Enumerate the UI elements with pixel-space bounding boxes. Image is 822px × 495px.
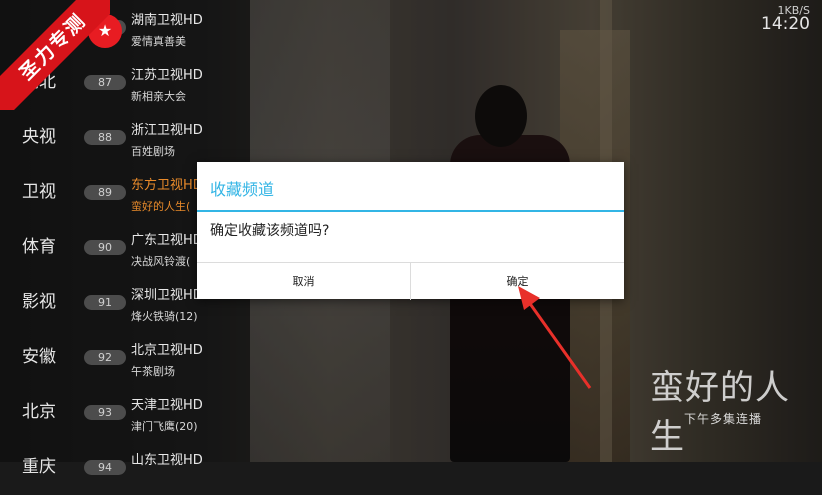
channel-program: 决战风铃渡(: [131, 255, 191, 268]
cancel-button[interactable]: 取消: [197, 263, 411, 300]
channel-program: 津门飞鹰(20): [131, 420, 198, 433]
channel-name: 北京卫视HD: [131, 343, 203, 358]
corner-ribbon: 圣力专测: [0, 0, 110, 110]
channel-number: 94: [84, 460, 126, 475]
category-item[interactable]: 央视: [0, 110, 78, 165]
channel-number: 93: [84, 405, 126, 420]
channel-number: 88: [84, 130, 126, 145]
category-item[interactable]: 体育: [0, 220, 78, 275]
channel-name: 浙江卫视HD: [131, 123, 203, 138]
channel-name: 湖南卫视HD: [131, 13, 203, 28]
channel-number: 90: [84, 240, 126, 255]
channel-program: 百姓剧场: [131, 145, 175, 158]
category-item[interactable]: 卫视: [0, 165, 78, 220]
channel-name: 山东卫视HD: [131, 453, 203, 468]
annotation-arrow-icon: [518, 286, 592, 389]
channel-row[interactable]: 93 天津卫视HD 津门飞鹰(20): [84, 385, 249, 440]
channel-program: 新相亲大会: [131, 90, 186, 103]
channel-name: 广东卫视HD: [131, 233, 203, 248]
category-item[interactable]: 重庆: [0, 440, 78, 495]
channel-name: 天津卫视HD: [131, 398, 203, 413]
channel-program: 烽火铁骑(12): [131, 310, 198, 323]
dialog-divider: [197, 210, 624, 212]
channel-number: 91: [84, 295, 126, 310]
favorite-channel-dialog: 收藏频道 确定收藏该频道吗? 取消 确定: [197, 162, 624, 300]
channel-program: 爱情真善美: [131, 35, 186, 48]
show-title-watermark: 蛮好的人生: [650, 368, 790, 457]
channel-row[interactable]: 94 山东卫视HD: [84, 440, 249, 495]
dialog-title: 收藏频道: [210, 180, 275, 199]
channel-row[interactable]: 88 浙江卫视HD 百姓剧场: [84, 110, 249, 165]
channel-row[interactable]: 92 北京卫视HD 午茶剧场: [84, 330, 249, 385]
category-item[interactable]: 安徽: [0, 330, 78, 385]
dialog-message: 确定收藏该频道吗?: [210, 223, 330, 239]
channel-number: 92: [84, 350, 126, 365]
show-subtitle-watermark: 下午多集连播: [684, 412, 763, 426]
category-item[interactable]: 北京: [0, 385, 78, 440]
channel-name: 东方卫视HD: [131, 178, 203, 193]
channel-number: 89: [84, 185, 126, 200]
channel-name: 江苏卫视HD: [131, 68, 203, 83]
ribbon-text: 圣力专测: [0, 0, 110, 110]
channel-program: 蛮好的人生(: [131, 200, 191, 213]
category-item[interactable]: 影视: [0, 275, 78, 330]
channel-program: 午茶剧场: [131, 365, 175, 378]
clock-time: 14:20: [761, 14, 810, 34]
channel-name: 深圳卫视HD: [131, 288, 203, 303]
